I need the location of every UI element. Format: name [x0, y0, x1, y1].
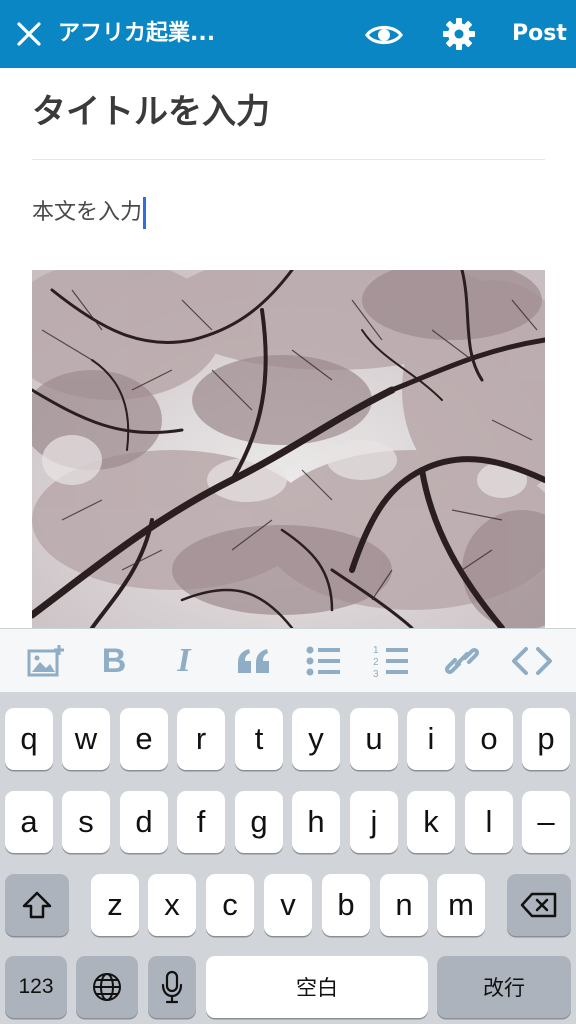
return-key[interactable]: 改行 — [437, 956, 571, 1018]
eye-icon[interactable] — [364, 20, 404, 50]
key-i[interactable]: i — [407, 708, 455, 770]
key-z[interactable]: z — [91, 874, 139, 936]
numbers-key[interactable]: 123 — [5, 956, 67, 1018]
backspace-icon — [520, 892, 557, 918]
key-o[interactable]: o — [465, 708, 513, 770]
body-placeholder: 本文を入力 — [32, 200, 143, 225]
site-title: アフリカ起業... — [58, 21, 216, 46]
svg-text:3: 3 — [373, 669, 379, 679]
key-a[interactable]: a — [5, 791, 53, 853]
gear-icon[interactable] — [442, 17, 476, 51]
software-keyboard: q w e r t y u i o p a s d f g h j k l – … — [0, 692, 576, 1024]
post-title-input[interactable]: タイトルを入力 — [32, 90, 270, 134]
key-v[interactable]: v — [264, 874, 312, 936]
close-icon[interactable] — [14, 19, 44, 49]
svg-text:2: 2 — [373, 657, 379, 668]
key-e[interactable]: e — [120, 708, 168, 770]
numbered-list-icon[interactable]: 123 — [372, 643, 412, 680]
key-w[interactable]: w — [62, 708, 110, 770]
bold-icon[interactable]: B — [94, 643, 134, 679]
space-key[interactable]: 空白 — [206, 956, 428, 1018]
key-c[interactable]: c — [206, 874, 254, 936]
shift-icon — [22, 891, 52, 919]
svg-text:1: 1 — [373, 645, 379, 656]
text-caret — [143, 197, 147, 229]
italic-icon[interactable]: I — [164, 643, 204, 679]
key-k[interactable]: k — [407, 791, 455, 853]
key-u[interactable]: u — [350, 708, 398, 770]
key-dash[interactable]: – — [522, 791, 570, 853]
html-mode-icon[interactable] — [510, 643, 552, 679]
key-y[interactable]: y — [292, 708, 340, 770]
key-q[interactable]: q — [5, 708, 53, 770]
backspace-key[interactable] — [507, 874, 571, 936]
top-bar: アフリカ起業... Post — [0, 0, 576, 68]
key-r[interactable]: r — [177, 708, 225, 770]
title-divider — [32, 159, 545, 160]
link-icon[interactable] — [442, 643, 482, 679]
key-p[interactable]: p — [522, 708, 570, 770]
format-toolbar: B I 123 — [0, 628, 576, 693]
key-j[interactable]: j — [350, 791, 398, 853]
post-editor-screen: アフリカ起業... Post タイトルを入力 本文を入力 B I 1 2 3 q… — [0, 0, 576, 1024]
microphone-key[interactable] — [148, 956, 196, 1018]
shift-key[interactable] — [5, 874, 69, 936]
key-h[interactable]: h — [292, 791, 340, 853]
key-t[interactable]: t — [235, 708, 283, 770]
key-m[interactable]: m — [437, 874, 485, 936]
cherry-blossom-photo[interactable] — [32, 270, 545, 628]
globe-key[interactable] — [76, 956, 138, 1018]
key-b[interactable]: b — [322, 874, 370, 936]
key-g[interactable]: g — [235, 791, 283, 853]
bullet-list-icon[interactable] — [304, 643, 344, 679]
key-l[interactable]: l — [465, 791, 513, 853]
add-media-icon[interactable] — [26, 643, 66, 679]
key-n[interactable]: n — [380, 874, 428, 936]
microphone-icon — [161, 970, 183, 1004]
key-s[interactable]: s — [62, 791, 110, 853]
globe-icon — [93, 973, 121, 1001]
key-d[interactable]: d — [120, 791, 168, 853]
key-f[interactable]: f — [177, 791, 225, 853]
post-button[interactable]: Post — [512, 18, 567, 50]
key-x[interactable]: x — [148, 874, 196, 936]
quote-icon[interactable] — [234, 643, 274, 679]
post-body-input[interactable]: 本文を入力 — [32, 197, 147, 229]
